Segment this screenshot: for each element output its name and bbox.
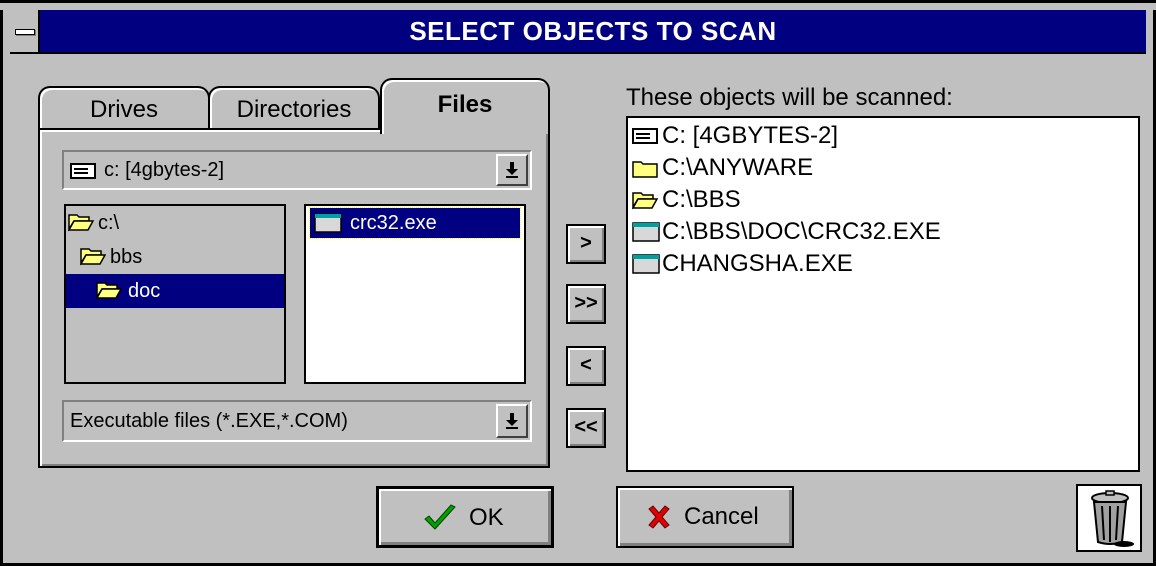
window-frame: [0, 0, 1156, 10]
drive-icon: [70, 163, 96, 179]
directory-item-root[interactable]: c:\: [66, 206, 284, 240]
scan-item-changsha[interactable]: CHANGSHA.EXE: [628, 248, 1138, 280]
file-item-crc32[interactable]: crc32.exe: [309, 207, 521, 239]
scan-item-label: C: [4GBYTES-2]: [662, 122, 839, 149]
trash-can-icon: [1091, 490, 1134, 547]
scan-list-label: These objects will be scanned:: [626, 84, 953, 111]
remove-all-label: <<: [574, 416, 598, 438]
open-folder-icon: [96, 282, 122, 300]
scan-item-drive-c[interactable]: C: [4GBYTES-2]: [628, 120, 1138, 152]
folder-icon: [632, 161, 658, 178]
cancel-button[interactable]: Cancel: [616, 486, 794, 548]
file-type-dropdown-button[interactable]: [496, 404, 528, 438]
add-all-label: >>: [574, 292, 598, 314]
drive-combo[interactable]: c: [4gbytes-2]: [62, 150, 532, 190]
cancel-x-icon: [648, 505, 670, 529]
scan-item-anyware[interactable]: C:\ANYWARE: [628, 152, 1138, 184]
ok-button-label: OK: [469, 504, 504, 531]
directory-item-doc[interactable]: doc: [66, 274, 284, 308]
scan-item-bbs[interactable]: C:\BBS: [628, 184, 1138, 216]
directory-item-label: doc: [128, 280, 161, 302]
add-all-button[interactable]: >>: [566, 284, 606, 324]
trash-button[interactable]: [1076, 484, 1142, 552]
tab-files-label: Files: [437, 91, 493, 118]
file-list[interactable]: crc32.exe: [304, 204, 526, 384]
file-type-filter-combo[interactable]: Executable files (*.EXE,*.COM): [62, 400, 532, 442]
tab-directories-label: Directories: [236, 96, 352, 123]
checkmark-icon: [424, 504, 456, 530]
directory-list[interactable]: c:\ bbs doc: [64, 204, 286, 384]
add-selected-label: >: [580, 232, 592, 254]
window-title: SELECT OBJECTS TO SCAN: [409, 16, 777, 46]
scan-item-label: C:\BBS\DOC\CRC32.EXE: [662, 218, 941, 245]
file-item-label: crc32.exe: [350, 212, 437, 234]
open-folder-icon: [80, 248, 106, 266]
open-folder-icon: [68, 214, 94, 232]
executable-icon: [632, 254, 660, 274]
ok-button[interactable]: OK: [376, 486, 554, 548]
scan-item-label: C:\BBS: [662, 186, 741, 213]
scan-objects-list[interactable]: C: [4GBYTES-2] C:\ANYWARE C:\BBS C:\BBS\…: [626, 116, 1140, 472]
files-tab-panel: c: [4gbytes-2] c:\ bbs doc crc32.exe Exe…: [38, 128, 550, 468]
directory-item-label: bbs: [110, 246, 143, 268]
scan-item-crc32[interactable]: C:\BBS\DOC\CRC32.EXE: [628, 216, 1138, 248]
add-selected-button[interactable]: >: [566, 224, 606, 264]
remove-selected-label: <: [580, 354, 592, 376]
scan-item-label: CHANGSHA.EXE: [662, 250, 853, 277]
drive-combo-dropdown-button[interactable]: [496, 154, 528, 186]
executable-icon: [632, 222, 660, 242]
tab-drives-label: Drives: [89, 96, 158, 123]
scan-item-label: C:\ANYWARE: [662, 154, 814, 181]
remove-all-button[interactable]: <<: [566, 408, 606, 448]
tab-files[interactable]: Files: [380, 78, 550, 134]
system-menu-button[interactable]: [10, 10, 40, 52]
remove-selected-button[interactable]: <: [566, 346, 606, 386]
arrow-down-icon: [506, 413, 518, 429]
title-divider: [10, 52, 1146, 54]
arrow-down-icon: [506, 162, 518, 178]
directory-item-label: c:\: [98, 212, 120, 234]
file-type-filter-value: Executable files (*.EXE,*.COM): [70, 410, 348, 432]
tab-drives[interactable]: Drives: [38, 86, 210, 130]
drive-icon: [632, 128, 658, 144]
directory-item-bbs[interactable]: bbs: [66, 240, 284, 274]
system-menu-icon: [15, 29, 35, 35]
drive-combo-value: c: [4gbytes-2]: [104, 159, 225, 181]
tab-directories[interactable]: Directories: [208, 86, 380, 130]
cancel-button-label: Cancel: [684, 503, 759, 530]
executable-icon: [314, 213, 342, 233]
open-folder-icon: [632, 192, 658, 210]
